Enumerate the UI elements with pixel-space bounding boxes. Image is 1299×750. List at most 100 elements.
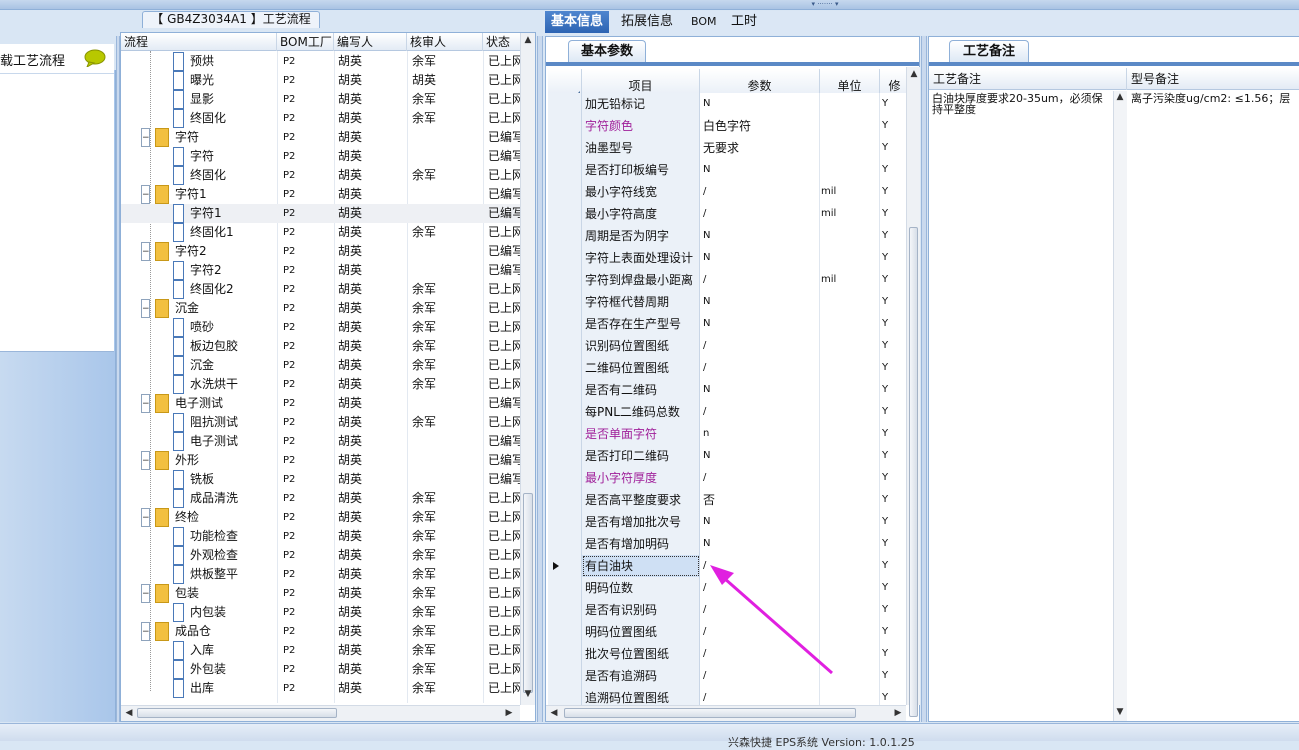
param-value-cell[interactable]: /: [700, 401, 820, 423]
row-selector[interactable]: [548, 533, 582, 555]
param-row[interactable]: 最小字符厚度 / Y: [548, 467, 910, 489]
param-value-cell[interactable]: 白色字符: [700, 115, 820, 137]
col-header-process-note[interactable]: 工艺备注: [929, 68, 1127, 90]
tab-process-notes[interactable]: 工艺备注: [949, 40, 1029, 62]
param-row[interactable]: 是否高平整度要求否 Y: [548, 489, 910, 511]
param-value-cell[interactable]: N: [700, 313, 820, 335]
tree-row[interactable]: 板边包胶 P2 胡英 余军 已上网: [121, 337, 521, 356]
scroll-down-icon[interactable]: ▼: [522, 689, 534, 699]
row-selector[interactable]: [548, 467, 582, 489]
scroll-left-icon[interactable]: ◀: [548, 708, 560, 718]
tree-row[interactable]: 曝光 P2 胡英 胡英 已上网: [121, 71, 521, 90]
tab-basic-info[interactable]: 基本信息: [545, 11, 610, 33]
param-value-cell[interactable]: /: [700, 269, 820, 291]
row-selector[interactable]: [548, 555, 582, 577]
scroll-right-icon[interactable]: ▶: [892, 708, 904, 718]
row-selector[interactable]: [548, 225, 582, 247]
model-note-cell[interactable]: 离子污染度ug/cm2: ≤1.56；层: [1128, 91, 1299, 111]
param-row[interactable]: 是否有增加明码 N Y: [548, 533, 910, 555]
param-value-cell[interactable]: N: [700, 511, 820, 533]
row-selector[interactable]: [548, 577, 582, 599]
middle-splitter[interactable]: [537, 36, 543, 722]
tree-row[interactable]: − 成品仓 P2 胡英 余军 已上网: [121, 622, 521, 641]
tab-basic-params[interactable]: 基本参数: [568, 40, 646, 62]
left-nav-item[interactable]: 载工艺流程: [0, 44, 114, 74]
row-selector[interactable]: [548, 93, 582, 115]
param-row[interactable]: 是否有二维码 N Y: [548, 379, 910, 401]
tree-row[interactable]: 电子测试 P2 胡英 已编写: [121, 432, 521, 451]
tree-row[interactable]: − 终检 P2 胡英 余军 已上网: [121, 508, 521, 527]
collapse-icon[interactable]: −: [141, 508, 150, 527]
tree-hscroll-thumb[interactable]: [137, 708, 337, 718]
tree-row[interactable]: 沉金 P2 胡英 余军 已上网: [121, 356, 521, 375]
param-row[interactable]: 油墨型号 无要求 Y: [548, 137, 910, 159]
collapse-icon[interactable]: −: [141, 299, 150, 318]
row-selector[interactable]: [548, 115, 582, 137]
tab-bom[interactable]: BOM: [685, 11, 723, 33]
row-selector[interactable]: [548, 379, 582, 401]
row-selector[interactable]: [548, 489, 582, 511]
param-value-cell[interactable]: /: [700, 203, 820, 225]
tree-row[interactable]: 字符1 P2 胡英 已编写: [121, 204, 521, 223]
tree-row[interactable]: 外观检查 P2 胡英 余军 已上网: [121, 546, 521, 565]
tree-row[interactable]: 水洗烘干 P2 胡英 余军 已上网: [121, 375, 521, 394]
param-value-cell[interactable]: N: [700, 225, 820, 247]
tree-row[interactable]: 喷砂 P2 胡英 余军 已上网: [121, 318, 521, 337]
row-selector[interactable]: [548, 511, 582, 533]
collapse-icon[interactable]: −: [141, 394, 150, 413]
row-selector[interactable]: [548, 423, 582, 445]
tree-row[interactable]: 外包装 P2 胡英 余军 已上网: [121, 660, 521, 679]
tab-extended-info[interactable]: 拓展信息: [615, 11, 679, 33]
row-selector[interactable]: [548, 445, 582, 467]
tree-row[interactable]: 入库 P2 胡英 余军 已上网: [121, 641, 521, 660]
row-selector[interactable]: [548, 357, 582, 379]
param-value-cell[interactable]: /: [700, 181, 820, 203]
row-selector[interactable]: [548, 291, 582, 313]
scroll-up-icon[interactable]: ▲: [908, 69, 920, 79]
col-header-status[interactable]: 状态: [483, 33, 521, 51]
tree-row[interactable]: 显影 P2 胡英 余军 已上网: [121, 90, 521, 109]
tree-row[interactable]: 内包装 P2 胡英 余军 已上网: [121, 603, 521, 622]
tree-row[interactable]: − 字符2 P2 胡英 已编写: [121, 242, 521, 261]
param-row[interactable]: 最小字符高度 / mil Y: [548, 203, 910, 225]
row-selector[interactable]: [548, 401, 582, 423]
param-value-cell[interactable]: N: [700, 533, 820, 555]
collapse-icon[interactable]: −: [141, 185, 150, 204]
tab-work-hours[interactable]: 工时: [725, 11, 763, 33]
col-header-bom[interactable]: BOM工厂: [277, 33, 334, 51]
param-row[interactable]: 是否有增加批次号 N Y: [548, 511, 910, 533]
row-selector[interactable]: [548, 313, 582, 335]
scroll-down-icon[interactable]: ▼: [1114, 707, 1126, 717]
scroll-up-icon[interactable]: ▲: [1114, 92, 1126, 102]
tab-process-flow[interactable]: 【 GB4Z3034A1 】工艺流程: [142, 11, 320, 28]
tree-row[interactable]: 铣板 P2 胡英 已编写: [121, 470, 521, 489]
param-value-cell[interactable]: N: [700, 379, 820, 401]
row-selector[interactable]: [548, 203, 582, 225]
param-row[interactable]: 加无铅标记 N Y: [548, 93, 910, 115]
row-selector[interactable]: [548, 269, 582, 291]
row-selector[interactable]: [548, 621, 582, 643]
row-selector[interactable]: [548, 181, 582, 203]
row-selector[interactable]: [548, 159, 582, 181]
param-row[interactable]: 是否存在生产型号 N Y: [548, 313, 910, 335]
row-selector[interactable]: [548, 247, 582, 269]
tree-row[interactable]: − 字符 P2 胡英 已编写: [121, 128, 521, 147]
tree-vscroll-thumb[interactable]: [523, 493, 533, 693]
collapse-icon[interactable]: −: [141, 128, 150, 147]
param-row[interactable]: 识别码位置图纸 / Y: [548, 335, 910, 357]
collapse-icon[interactable]: −: [141, 451, 150, 470]
param-value-cell[interactable]: /: [700, 357, 820, 379]
scroll-left-icon[interactable]: ◀: [123, 708, 135, 718]
param-value-cell[interactable]: /: [700, 335, 820, 357]
param-row[interactable]: 字符上表面处理设计 N Y: [548, 247, 910, 269]
tree-row[interactable]: 成品清洗 P2 胡英 余军 已上网: [121, 489, 521, 508]
tree-row[interactable]: − 沉金 P2 胡英 余军 已上网: [121, 299, 521, 318]
col-header-reviewer[interactable]: 核审人: [407, 33, 483, 51]
param-row[interactable]: 是否打印二维码 N Y: [548, 445, 910, 467]
param-value-cell[interactable]: 否: [700, 489, 820, 511]
collapse-icon[interactable]: −: [141, 622, 150, 641]
top-splitter-bar[interactable]: ▾ ······· ▾: [0, 0, 1299, 10]
param-value-cell[interactable]: N: [700, 247, 820, 269]
param-row[interactable]: 是否打印板编号 N Y: [548, 159, 910, 181]
param-row[interactable]: 二维码位置图纸 / Y: [548, 357, 910, 379]
